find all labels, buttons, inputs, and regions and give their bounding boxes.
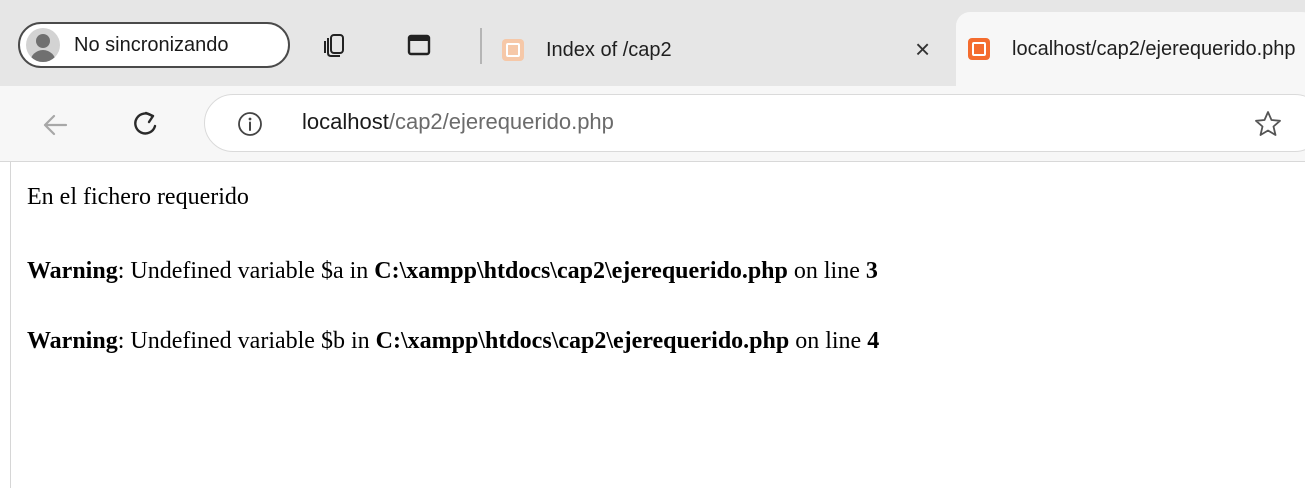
warning-label: Warning: [27, 258, 118, 284]
tab-index-of-cap2[interactable]: Index of /cap2 ×: [490, 14, 960, 86]
profile-label: No sincronizando: [74, 33, 229, 56]
url-text[interactable]: localhost/cap2/ejerequerido.php: [302, 109, 614, 135]
warning-line-text: on line: [789, 328, 868, 354]
intro-text: En el fichero requerido: [27, 184, 249, 210]
url-host: localhost: [302, 109, 389, 134]
warning-file: C:\xampp\htdocs\cap2\ejerequerido.php: [374, 258, 788, 284]
xampp-favicon-icon: [968, 38, 990, 60]
warning-label: Warning: [27, 328, 118, 354]
tab-ejerequerido[interactable]: localhost/cap2/ejerequerido.php: [956, 12, 1305, 86]
tab-separator: [480, 28, 482, 64]
warning-line-number: 3: [865, 258, 878, 284]
xampp-favicon-icon: [502, 39, 524, 61]
page-content: En el fichero requerido Warning: Undefin…: [10, 162, 1305, 488]
url-path: /cap2/ejerequerido.php: [388, 109, 614, 134]
info-icon[interactable]: [237, 111, 263, 137]
warning-text: : Undefined variable $b in: [117, 328, 376, 354]
warning-line-text: on line: [787, 258, 866, 284]
warning-line-number: 4: [867, 328, 880, 354]
tab-strip: No sincronizando Index of /cap2 × localh…: [0, 0, 1305, 86]
back-arrow-icon[interactable]: [40, 110, 70, 140]
warning-message: Warning: Undefined variable $a in C:\xam…: [27, 258, 878, 285]
warning-file: C:\xampp\htdocs\cap2\ejerequerido.php: [375, 328, 790, 354]
workspaces-icon[interactable]: [322, 32, 348, 58]
vertical-tabs-icon[interactable]: [406, 32, 432, 58]
star-icon[interactable]: [1253, 109, 1283, 139]
avatar-icon: [26, 28, 60, 62]
tab-close-icon[interactable]: ×: [915, 36, 930, 62]
tab-title: localhost/cap2/ejerequerido.php: [1012, 37, 1296, 60]
address-bar[interactable]: localhost/cap2/ejerequerido.php: [204, 94, 1305, 152]
warning-text: : Undefined variable $a in: [117, 258, 375, 284]
profile-button[interactable]: No sincronizando: [18, 22, 290, 68]
refresh-icon[interactable]: [130, 108, 162, 140]
tab-title: Index of /cap2: [546, 38, 672, 61]
warning-message: Warning: Undefined variable $b in C:\xam…: [27, 328, 879, 355]
navigation-toolbar: localhost/cap2/ejerequerido.php: [0, 86, 1305, 162]
